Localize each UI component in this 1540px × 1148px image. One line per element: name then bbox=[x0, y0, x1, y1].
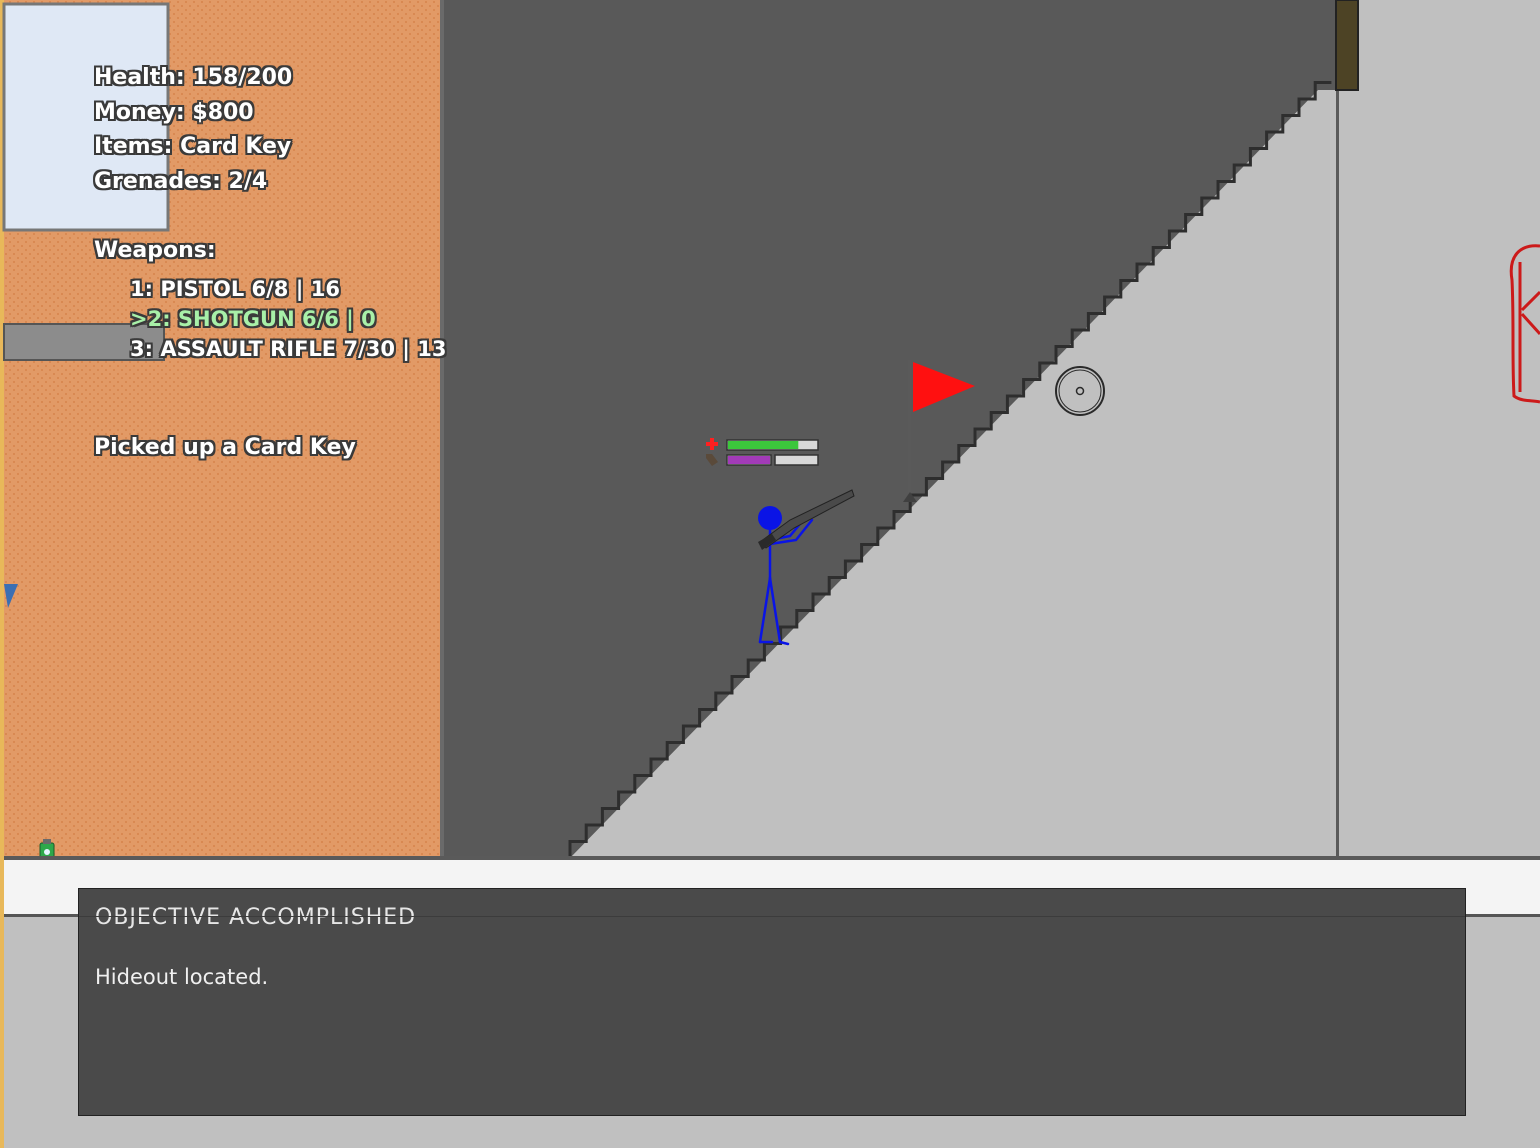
weapon-slot-pistol: 1: PISTOL 6/8 | 16 bbox=[130, 277, 340, 301]
brick-wall-edge bbox=[440, 0, 444, 860]
ammo-bar-fill bbox=[728, 456, 770, 464]
weapon-slot-assault-rifle: 3: ASSAULT RIFLE 7/30 | 13 bbox=[130, 337, 447, 361]
interior-right-wall bbox=[1336, 0, 1339, 860]
objective-divider bbox=[79, 916, 1465, 917]
items-readout: Items: Card Key bbox=[94, 134, 292, 159]
objective-message: Hideout located. bbox=[95, 965, 269, 989]
weapons-heading: Weapons: bbox=[94, 238, 216, 263]
health-bar-fill bbox=[728, 441, 799, 449]
money-readout: Money: $800 bbox=[94, 100, 254, 125]
door bbox=[1335, 0, 1359, 91]
pickup-message: Picked up a Card Key bbox=[94, 435, 356, 460]
objective-panel: OBJECTIVE ACCOMPLISHED Hideout located. bbox=[78, 888, 1466, 1116]
objective-title: OBJECTIVE ACCOMPLISHED bbox=[95, 905, 417, 930]
health-readout: Health: 158/200 bbox=[94, 65, 293, 90]
grenades-readout: Grenades: 2/4 bbox=[94, 169, 268, 194]
weapon-slot-shotgun: >2: SHOTGUN 6/6 | 0 bbox=[130, 307, 376, 331]
reserve-bar-track bbox=[774, 454, 819, 466]
floor-line bbox=[4, 856, 1540, 860]
